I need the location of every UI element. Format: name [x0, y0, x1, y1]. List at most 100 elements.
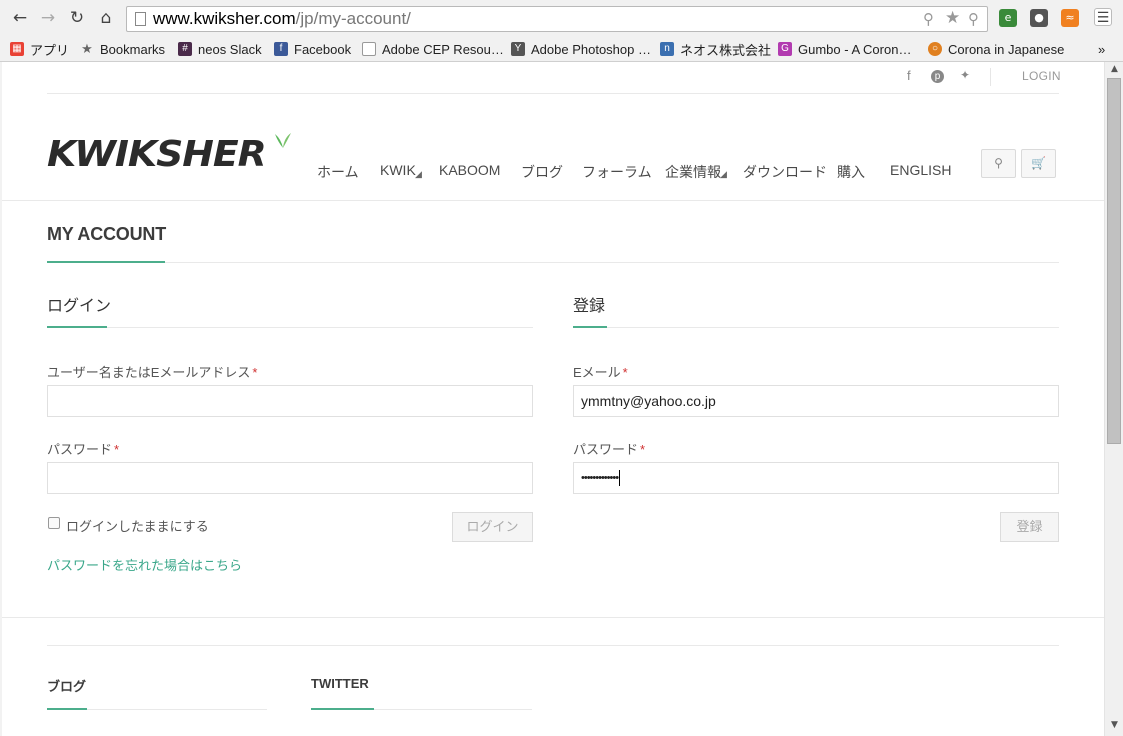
twitter-icon[interactable]: ✦: [960, 68, 970, 82]
star-icon: ★: [81, 41, 93, 56]
address-bar[interactable]: www.kwiksher.com/jp/my-account/ ⚲ ★ ⚲: [126, 6, 988, 32]
url-path: /jp/my-account/: [295, 9, 411, 28]
page-title: MY ACCOUNT: [47, 224, 166, 244]
search-icon: ⚲: [994, 156, 1003, 170]
gumbo-icon: G: [778, 42, 792, 56]
bookmark-label: アプリ: [30, 42, 70, 58]
photoshop-icon: Y: [511, 42, 525, 56]
browser-toolbar: ← → ↻ ⌂ www.kwiksher.com/jp/my-account/ …: [0, 0, 1123, 36]
facebook-icon[interactable]: f: [907, 68, 911, 83]
username-label-text: ユーザー名またはEメールアドレス: [47, 365, 251, 380]
title-divider: [165, 262, 1059, 263]
email-input[interactable]: ymmtny@yahoo.co.jp: [573, 385, 1059, 417]
header-divider: [2, 200, 1104, 201]
login-password-input[interactable]: [47, 462, 533, 494]
forgot-password-link[interactable]: パスワードを忘れた場合はこちら: [47, 555, 242, 574]
footer-divider: [47, 645, 1059, 646]
bookmark-neos-slack[interactable]: # neos Slack: [178, 39, 262, 59]
register-password-label: パスワード *: [573, 439, 645, 458]
login-section-title: ログイン: [47, 298, 112, 315]
url-host: www.kwiksher.com: [153, 9, 296, 28]
bookmark-bookmarks[interactable]: ★ Bookmarks: [80, 39, 165, 59]
bookmark-adobe-photoshop[interactable]: Y Adobe Photoshop …: [511, 39, 651, 59]
bookmark-label: Gumbo - A Coron…: [798, 41, 912, 57]
bookmark-label: Corona in Japanese: [948, 41, 1065, 57]
nav-item-download[interactable]: ダウンロード: [743, 162, 827, 182]
bookmarks-bar: ▦ アプリ ★ Bookmarks # neos Slack f Facebook Ad…: [0, 36, 1123, 62]
key-icon[interactable]: ⚲: [968, 10, 979, 28]
required-mark: *: [640, 442, 646, 457]
bookmark-gumbo[interactable]: G Gumbo - A Coron…: [778, 39, 911, 59]
nav-item-home[interactable]: ホーム: [317, 162, 359, 182]
nav-item-forum[interactable]: フォーラム: [582, 162, 652, 182]
register-section-title: 登録: [573, 298, 606, 315]
neos-icon: n: [660, 42, 674, 56]
footer-blog-divider: [87, 709, 267, 710]
nav-item-kaboom[interactable]: KABOOM: [439, 162, 500, 178]
vertical-scrollbar[interactable]: ▲ ▼: [1104, 62, 1123, 736]
menu-icon[interactable]: ☰: [1094, 8, 1112, 26]
reload-icon[interactable]: ↻: [67, 8, 87, 28]
bookmark-apps[interactable]: ▦ アプリ: [10, 39, 69, 59]
corona-icon: ○: [928, 42, 942, 56]
extension-elephant-icon[interactable]: ●: [1030, 9, 1048, 27]
username-input[interactable]: [47, 385, 533, 417]
home-icon[interactable]: ⌂: [96, 8, 116, 28]
url-text: www.kwiksher.com/jp/my-account/: [153, 9, 411, 29]
zoom-icon[interactable]: ⚲: [923, 10, 934, 28]
bookmark-corona[interactable]: ○ Corona in Japanese: [928, 39, 1064, 59]
footer-twitter-title: TWITTER: [311, 676, 369, 691]
bookmark-neos[interactable]: n ネオス株式会社: [660, 39, 771, 59]
register-title-divider: [607, 327, 1059, 328]
nav-item-purchase[interactable]: 購入: [837, 162, 865, 182]
topbar-divider-line: [47, 93, 1059, 94]
page-icon: [362, 42, 376, 56]
footer-blog-title: ブログ: [47, 679, 87, 694]
nav-item-kwik[interactable]: KWIK: [380, 162, 416, 178]
rss-icon[interactable]: ≈: [1061, 9, 1079, 27]
required-mark: *: [114, 442, 120, 457]
search-button[interactable]: ⚲: [981, 149, 1016, 178]
apps-grid-icon: ▦: [10, 42, 24, 56]
extension-evernote-icon[interactable]: e: [999, 9, 1017, 27]
register-password-input[interactable]: •••••••••••••: [573, 462, 1059, 494]
nav-item-blog[interactable]: ブログ: [521, 162, 563, 182]
footer-twitter-divider: [374, 709, 532, 710]
leaf-icon: [275, 133, 291, 148]
required-mark: *: [622, 365, 628, 380]
bookmark-label: Adobe Photoshop …: [531, 41, 651, 57]
scroll-down-icon[interactable]: ▼: [1105, 718, 1123, 732]
footer-top-divider: [2, 617, 1104, 618]
dropdown-caret-icon: ◢: [415, 170, 422, 180]
register-password-value: •••••••••••••: [581, 472, 619, 484]
topbar-divider: [990, 68, 991, 86]
bookmarks-overflow-button[interactable]: »: [1098, 39, 1105, 59]
bookmark-star-icon[interactable]: ★: [945, 8, 960, 28]
back-arrow-icon[interactable]: ←: [10, 8, 30, 28]
nav-item-english[interactable]: ENGLISH: [890, 162, 951, 178]
pinterest-icon[interactable]: p: [931, 70, 944, 83]
login-title-divider: [107, 327, 533, 328]
scroll-thumb[interactable]: [1107, 78, 1121, 444]
text-cursor: [619, 470, 621, 487]
login-password-label-text: パスワード: [47, 442, 113, 457]
cart-button[interactable]: 🛒: [1021, 149, 1056, 178]
bookmark-adobe-cep[interactable]: Adobe CEP Resou…: [362, 39, 504, 59]
nav-item-company[interactable]: 企業情報: [665, 162, 721, 182]
login-button[interactable]: ログイン: [452, 512, 533, 542]
facebook-icon: f: [274, 42, 288, 56]
register-title-underline: [573, 326, 607, 328]
register-password-label-text: パスワード: [573, 442, 639, 457]
bookmark-facebook[interactable]: f Facebook: [274, 39, 351, 59]
forward-arrow-icon[interactable]: →: [38, 8, 58, 28]
scroll-up-icon[interactable]: ▲: [1105, 62, 1123, 76]
email-label: Eメール *: [573, 362, 628, 381]
site-logo[interactable]: KWIKSHER: [47, 134, 267, 175]
login-link[interactable]: LOGIN: [1022, 69, 1061, 83]
web-page: f p ✦ LOGIN KWIKSHER ホーム KWIK ◢ KABOOM ブ…: [2, 62, 1104, 736]
register-button[interactable]: 登録: [1000, 512, 1059, 542]
login-password-label: パスワード *: [47, 439, 119, 458]
remember-me-label[interactable]: ログインしたままにする: [66, 516, 209, 535]
cart-icon: 🛒: [1031, 156, 1046, 170]
remember-me-checkbox[interactable]: [48, 517, 60, 529]
